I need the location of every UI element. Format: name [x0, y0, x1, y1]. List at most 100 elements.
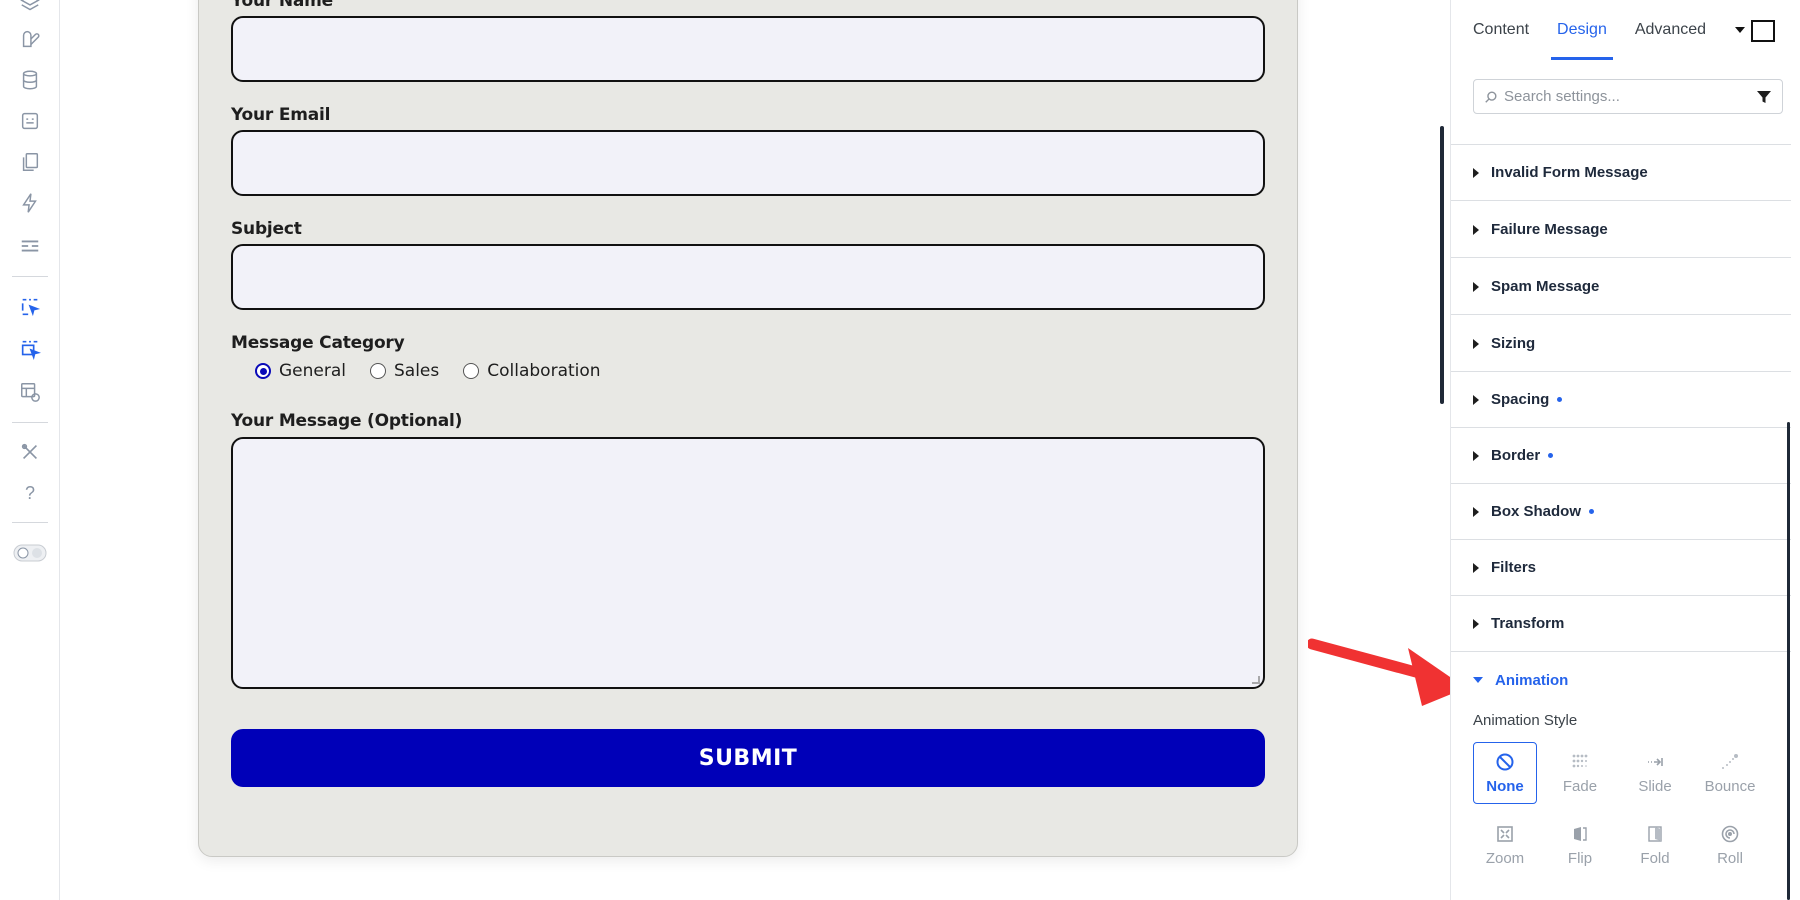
device-preview-icon[interactable] — [1751, 20, 1775, 42]
radio-label-general: General — [279, 361, 346, 381]
filter-icon[interactable] — [1756, 89, 1772, 105]
animation-bounce-button[interactable]: Bounce — [1698, 742, 1762, 804]
subject-label: Subject — [231, 219, 302, 239]
pages-icon[interactable] — [18, 150, 42, 174]
section-border[interactable]: Border — [1451, 428, 1791, 484]
message-label: Your Message (Optional) — [231, 411, 463, 431]
animation-none-button[interactable]: None — [1473, 742, 1537, 804]
panel-scrollbar[interactable] — [1787, 422, 1790, 900]
message-textarea[interactable] — [231, 437, 1265, 689]
animation-roll-label: Roll — [1717, 849, 1743, 867]
animation-fold-label: Fold — [1640, 849, 1670, 867]
animation-zoom-button[interactable]: Zoom — [1473, 814, 1537, 876]
chevron-down-icon[interactable] — [1735, 27, 1745, 33]
radio-collaboration[interactable]: Collaboration — [463, 361, 601, 381]
animation-fade-button[interactable]: Fade — [1548, 742, 1612, 804]
animation-none-label: None — [1486, 777, 1524, 795]
contact-form-card[interactable]: Your Name Your Email Subject Message Cat… — [198, 0, 1298, 857]
caret-right-icon — [1473, 224, 1479, 235]
annotation-arrow-icon — [1308, 638, 1466, 706]
cursor-select-icon[interactable] — [18, 295, 42, 319]
radio-dot[interactable] — [463, 363, 480, 379]
subject-input[interactable] — [231, 244, 1265, 310]
category-label: Message Category — [231, 333, 405, 353]
table-settings-icon[interactable] — [18, 380, 42, 404]
slide-icon — [1648, 757, 1663, 766]
section-label: Invalid Form Message — [1491, 164, 1648, 181]
tab-design[interactable]: Design — [1551, 0, 1613, 60]
lightning-icon[interactable] — [18, 191, 42, 215]
animation-bounce-label: Bounce — [1704, 777, 1756, 795]
modified-indicator — [1589, 509, 1595, 514]
caret-right-icon — [1473, 450, 1479, 461]
section-label: Box Shadow — [1491, 503, 1582, 520]
section-label: Filters — [1491, 559, 1537, 576]
animation-flip-label: Flip — [1567, 849, 1593, 867]
section-label: Spacing — [1491, 391, 1550, 408]
resize-handle-icon[interactable] — [1252, 676, 1260, 684]
animation-roll-button[interactable]: Roll — [1698, 814, 1762, 876]
canvas-scrollbar[interactable] — [1440, 126, 1444, 404]
radio-dot[interactable] — [370, 363, 386, 379]
section-box-shadow[interactable]: Box Shadow — [1451, 484, 1791, 540]
section-filters[interactable]: Filters — [1451, 540, 1791, 596]
section-transform[interactable]: Transform — [1451, 596, 1791, 652]
modified-indicator — [1557, 397, 1563, 402]
animation-fold-button[interactable]: Fold — [1623, 814, 1687, 876]
name-label: Your Name — [231, 0, 333, 11]
email-input[interactable] — [231, 130, 1265, 196]
radio-dot-selected[interactable] — [255, 363, 271, 379]
category-radio-group: General Sales Collaboration — [255, 361, 601, 381]
template-icon[interactable] — [18, 234, 42, 258]
animation-flip-button[interactable]: Flip — [1548, 814, 1612, 876]
section-failure-message[interactable]: Failure Message — [1451, 202, 1791, 258]
caret-right-icon — [1473, 394, 1479, 405]
flip-icon — [1574, 826, 1587, 841]
cursor-multi-icon[interactable] — [18, 337, 42, 361]
modified-indicator — [1548, 453, 1554, 458]
radio-general[interactable]: General — [255, 361, 346, 381]
help-icon[interactable]: ? — [18, 481, 42, 505]
zoom-icon — [1497, 825, 1513, 842]
section-animation[interactable]: Animation — [1451, 652, 1791, 708]
radio-sales[interactable]: Sales — [370, 361, 439, 381]
rail-divider — [12, 522, 48, 523]
section-label: Border — [1491, 447, 1541, 464]
section-label: Animation — [1495, 671, 1569, 689]
database-icon[interactable] — [18, 68, 42, 92]
section-invalid-form-message[interactable]: Invalid Form Message — [1451, 145, 1791, 201]
caret-right-icon — [1473, 167, 1479, 178]
submit-button[interactable]: SUBMIT — [231, 729, 1265, 787]
section-label: Sizing — [1491, 335, 1536, 352]
animation-fade-label: Fade — [1562, 777, 1598, 795]
bounce-icon — [1722, 753, 1738, 769]
animation-slide-label: Slide — [1638, 777, 1672, 795]
builder-canvas: Your Name Your Email Subject Message Cat… — [60, 0, 1450, 900]
tools-icon[interactable] — [18, 440, 42, 464]
caret-right-icon — [1473, 562, 1479, 573]
form-icon[interactable] — [18, 109, 42, 133]
theme-toggle-icon[interactable] — [13, 541, 47, 565]
animation-slide-button[interactable]: Slide — [1623, 742, 1687, 804]
ban-icon — [1496, 753, 1514, 770]
brush-icon[interactable] — [18, 27, 42, 51]
section-label: Failure Message — [1491, 221, 1608, 238]
radio-label-collaboration: Collaboration — [487, 361, 601, 381]
layers-icon[interactable] — [18, 0, 42, 16]
caret-right-icon — [1473, 338, 1479, 349]
search-input[interactable] — [1504, 88, 1744, 105]
caret-right-icon — [1473, 506, 1479, 517]
rail-divider — [12, 276, 48, 277]
section-label: Transform — [1491, 615, 1565, 632]
section-spacing[interactable]: Spacing — [1451, 372, 1791, 428]
rail-divider — [12, 422, 48, 423]
caret-down-icon — [1473, 677, 1483, 683]
settings-panel: Content Design Advanced Invalid Form Mes… — [1450, 0, 1791, 900]
name-input[interactable] — [231, 16, 1265, 82]
tab-advanced[interactable]: Advanced — [1635, 0, 1706, 60]
settings-search — [1473, 79, 1783, 114]
section-sizing[interactable]: Sizing — [1451, 316, 1791, 372]
tab-content[interactable]: Content — [1473, 0, 1529, 60]
left-toolbar: ? — [0, 0, 60, 900]
section-spam-message[interactable]: Spam Message — [1451, 259, 1791, 315]
